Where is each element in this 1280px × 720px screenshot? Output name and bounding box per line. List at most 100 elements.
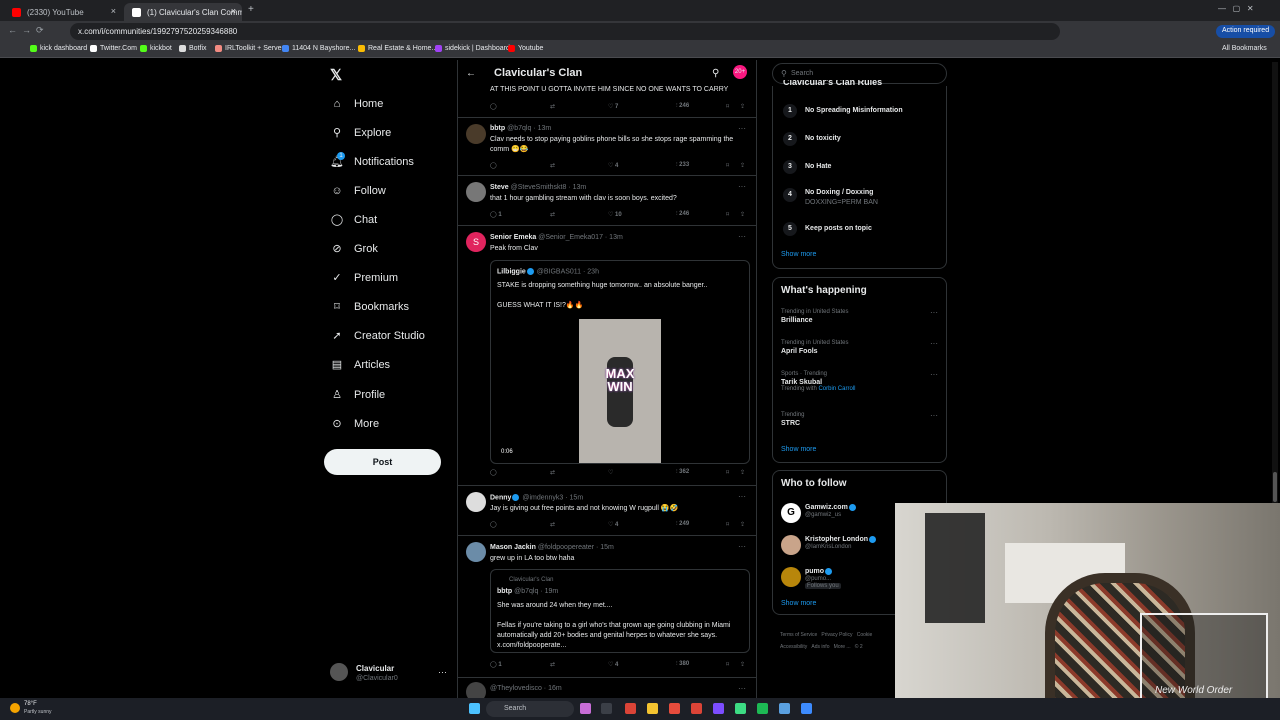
retweet-icon: ⇄	[550, 212, 556, 218]
trend-item[interactable]: Trending STRC	[781, 412, 804, 427]
more-icon[interactable]: ···	[930, 308, 938, 317]
taskbar-app-icon[interactable]	[580, 703, 591, 714]
nav-explore[interactable]: ⚲ Explore	[330, 126, 391, 140]
bookmark[interactable]: 11404 N Bayshore...	[282, 45, 355, 52]
more-icon[interactable]: ···	[738, 492, 746, 501]
bookmark[interactable]: sidekick | Dashboard	[435, 45, 510, 52]
account-menu-icon[interactable]: ···	[438, 667, 447, 677]
youtube-icon	[12, 7, 21, 17]
bookmark[interactable]: Twitter.Com	[90, 45, 137, 52]
scrollbar-thumb[interactable]	[1273, 472, 1277, 502]
nav-more[interactable]: ⊙ More	[330, 417, 379, 431]
follow-suggestion[interactable]: pumo @pumo... Follows you	[805, 567, 841, 589]
quoted-tweet[interactable]: Clavicular's Clan bbtp @b7qlq · 19m She …	[490, 569, 750, 653]
nav-creator-studio[interactable]: ➚ Creator Studio	[330, 329, 425, 343]
taskbar-app-icon[interactable]	[735, 703, 746, 714]
x-logo-icon[interactable]: 𝕏	[330, 66, 342, 84]
quoted-tweet[interactable]: Lilbiggie @BIGBAS011 · 23h STAKE is drop…	[490, 260, 750, 464]
tab-x-community[interactable]: (1) Clavicular's Clan Communi...×	[124, 3, 242, 21]
bookmark[interactable]: kickbot	[140, 45, 172, 52]
close-tab-icon[interactable]: ×	[111, 6, 116, 16]
avatar[interactable]	[466, 542, 486, 562]
avatar[interactable]: S	[466, 232, 486, 252]
new-tab-button[interactable]: +	[248, 4, 254, 15]
bookmark[interactable]: IRLToolkit + Server	[215, 45, 284, 52]
taskbar-app-icon[interactable]	[801, 703, 812, 714]
nav-bookmarks[interactable]: ⌑ Bookmarks	[330, 300, 409, 314]
avatar[interactable]	[781, 535, 801, 555]
more-icon[interactable]: ···	[930, 339, 938, 348]
tweet[interactable]: S Senior Emeka @Senior_Emeka017 · 13m ··…	[458, 226, 756, 486]
avatar[interactable]	[466, 492, 486, 512]
verified-icon	[825, 568, 833, 575]
more-icon[interactable]: ···	[738, 232, 746, 241]
tweet[interactable]: Steve @SteveSmithskt8 · 13m ··· that 1 h…	[458, 176, 756, 226]
spotify-icon[interactable]	[757, 703, 768, 714]
video-thumbnail[interactable]: MAX WIN	[579, 319, 661, 463]
share-icon: ⇪	[740, 662, 746, 668]
back-arrow-icon[interactable]: ←	[466, 68, 476, 79]
nav-profile[interactable]: ♙ Profile	[330, 388, 385, 402]
avatar[interactable]: G	[781, 503, 801, 523]
action-required-button[interactable]: Action required	[1216, 25, 1276, 38]
trend-item[interactable]: Trending in United States April Fools	[781, 340, 848, 355]
tweet[interactable]: AT THIS POINT U GOTTA INVITE HIM SINCE N…	[458, 82, 756, 118]
notification-count-badge[interactable]: 20+	[733, 65, 747, 79]
search-icon[interactable]: ⚲	[712, 68, 719, 79]
taskbar-search[interactable]: Search	[486, 701, 574, 717]
taskbar-app-icon[interactable]	[691, 703, 702, 714]
follow-suggestion[interactable]: Gamwiz.com @gamwiz_us	[805, 503, 857, 518]
trend-item[interactable]: Trending in United States Brilliance	[781, 309, 848, 324]
more-icon[interactable]: ···	[738, 542, 746, 551]
post-button[interactable]: Post	[324, 449, 441, 475]
nav-chat[interactable]: ◯ Chat	[330, 213, 377, 227]
tweet[interactable]: Denny @imdennyk3 · 15m ··· Jay is giving…	[458, 486, 756, 536]
bookmark[interactable]: Youtube	[508, 45, 543, 52]
trend-item[interactable]: Sports · Trending Tarik Skubal Trending wi…	[781, 371, 855, 392]
url-field[interactable]: x.com/i/communities/1992797520259346880	[70, 23, 1060, 40]
taskbar-app-icon[interactable]	[713, 703, 724, 714]
window-controls[interactable]: — ▢ ✕	[1218, 4, 1254, 13]
avatar[interactable]	[781, 567, 801, 587]
nav-grok[interactable]: ⊘ Grok	[330, 242, 377, 256]
tab-youtube[interactable]: (2330) YouTube ×	[4, 3, 122, 21]
show-more-link[interactable]: Show more	[781, 446, 816, 453]
share-icon: ⇪	[740, 470, 746, 476]
more-icon[interactable]: ···	[930, 411, 938, 420]
show-more-link[interactable]: Show more	[781, 600, 816, 607]
bookmark[interactable]: kick dashboard	[30, 45, 87, 52]
avatar[interactable]	[466, 124, 486, 144]
nav-buttons[interactable]: ← → ⟳	[8, 25, 44, 36]
more-icon[interactable]: ···	[738, 684, 746, 693]
nav-premium[interactable]: ✓ Premium	[330, 271, 398, 285]
bookmark[interactable]: Real Estate & Home...	[358, 45, 437, 52]
avatar[interactable]	[466, 182, 486, 202]
show-more-link[interactable]: Show more	[781, 251, 816, 258]
more-icon[interactable]: ···	[738, 182, 746, 191]
nav-follow[interactable]: ☺ Follow	[330, 184, 385, 198]
more-icon[interactable]: ···	[738, 124, 746, 133]
retweet-icon: ⇄	[550, 470, 556, 476]
folder-icon[interactable]	[647, 703, 658, 714]
nav-home[interactable]: ⌂ Home	[330, 97, 384, 111]
all-bookmarks[interactable]: All Bookmarks	[1222, 45, 1267, 52]
taskbar-app-icon[interactable]	[601, 703, 612, 714]
close-tab-icon[interactable]: ×	[231, 6, 236, 16]
weather-icon[interactable]	[10, 703, 20, 713]
person-add-icon: ☺	[331, 185, 343, 197]
windows-start-icon[interactable]	[469, 703, 480, 714]
follow-suggestion[interactable]: Kristopher London @IamKrisLondon	[805, 535, 877, 550]
account-avatar[interactable]	[330, 663, 348, 681]
nav-articles[interactable]: ▤ Articles	[330, 358, 390, 372]
bookmark[interactable]: Botfix	[179, 45, 207, 52]
tweet[interactable]: Mason Jackin @foldpoopereater · 15m ··· …	[458, 536, 756, 678]
taskbar-app-icon[interactable]	[779, 703, 790, 714]
grok-icon: ⊘	[332, 243, 342, 255]
reply-icon: ◯	[490, 522, 497, 528]
tweet[interactable]: bbtp @b7qlq · 13m ··· Clav needs to stop…	[458, 118, 756, 176]
chrome-icon[interactable]	[625, 703, 636, 714]
more-icon[interactable]: ···	[930, 370, 938, 379]
share-icon: ⇪	[740, 522, 746, 528]
webcam-overlay: New World Order	[895, 503, 1280, 720]
taskbar-app-icon[interactable]	[669, 703, 680, 714]
